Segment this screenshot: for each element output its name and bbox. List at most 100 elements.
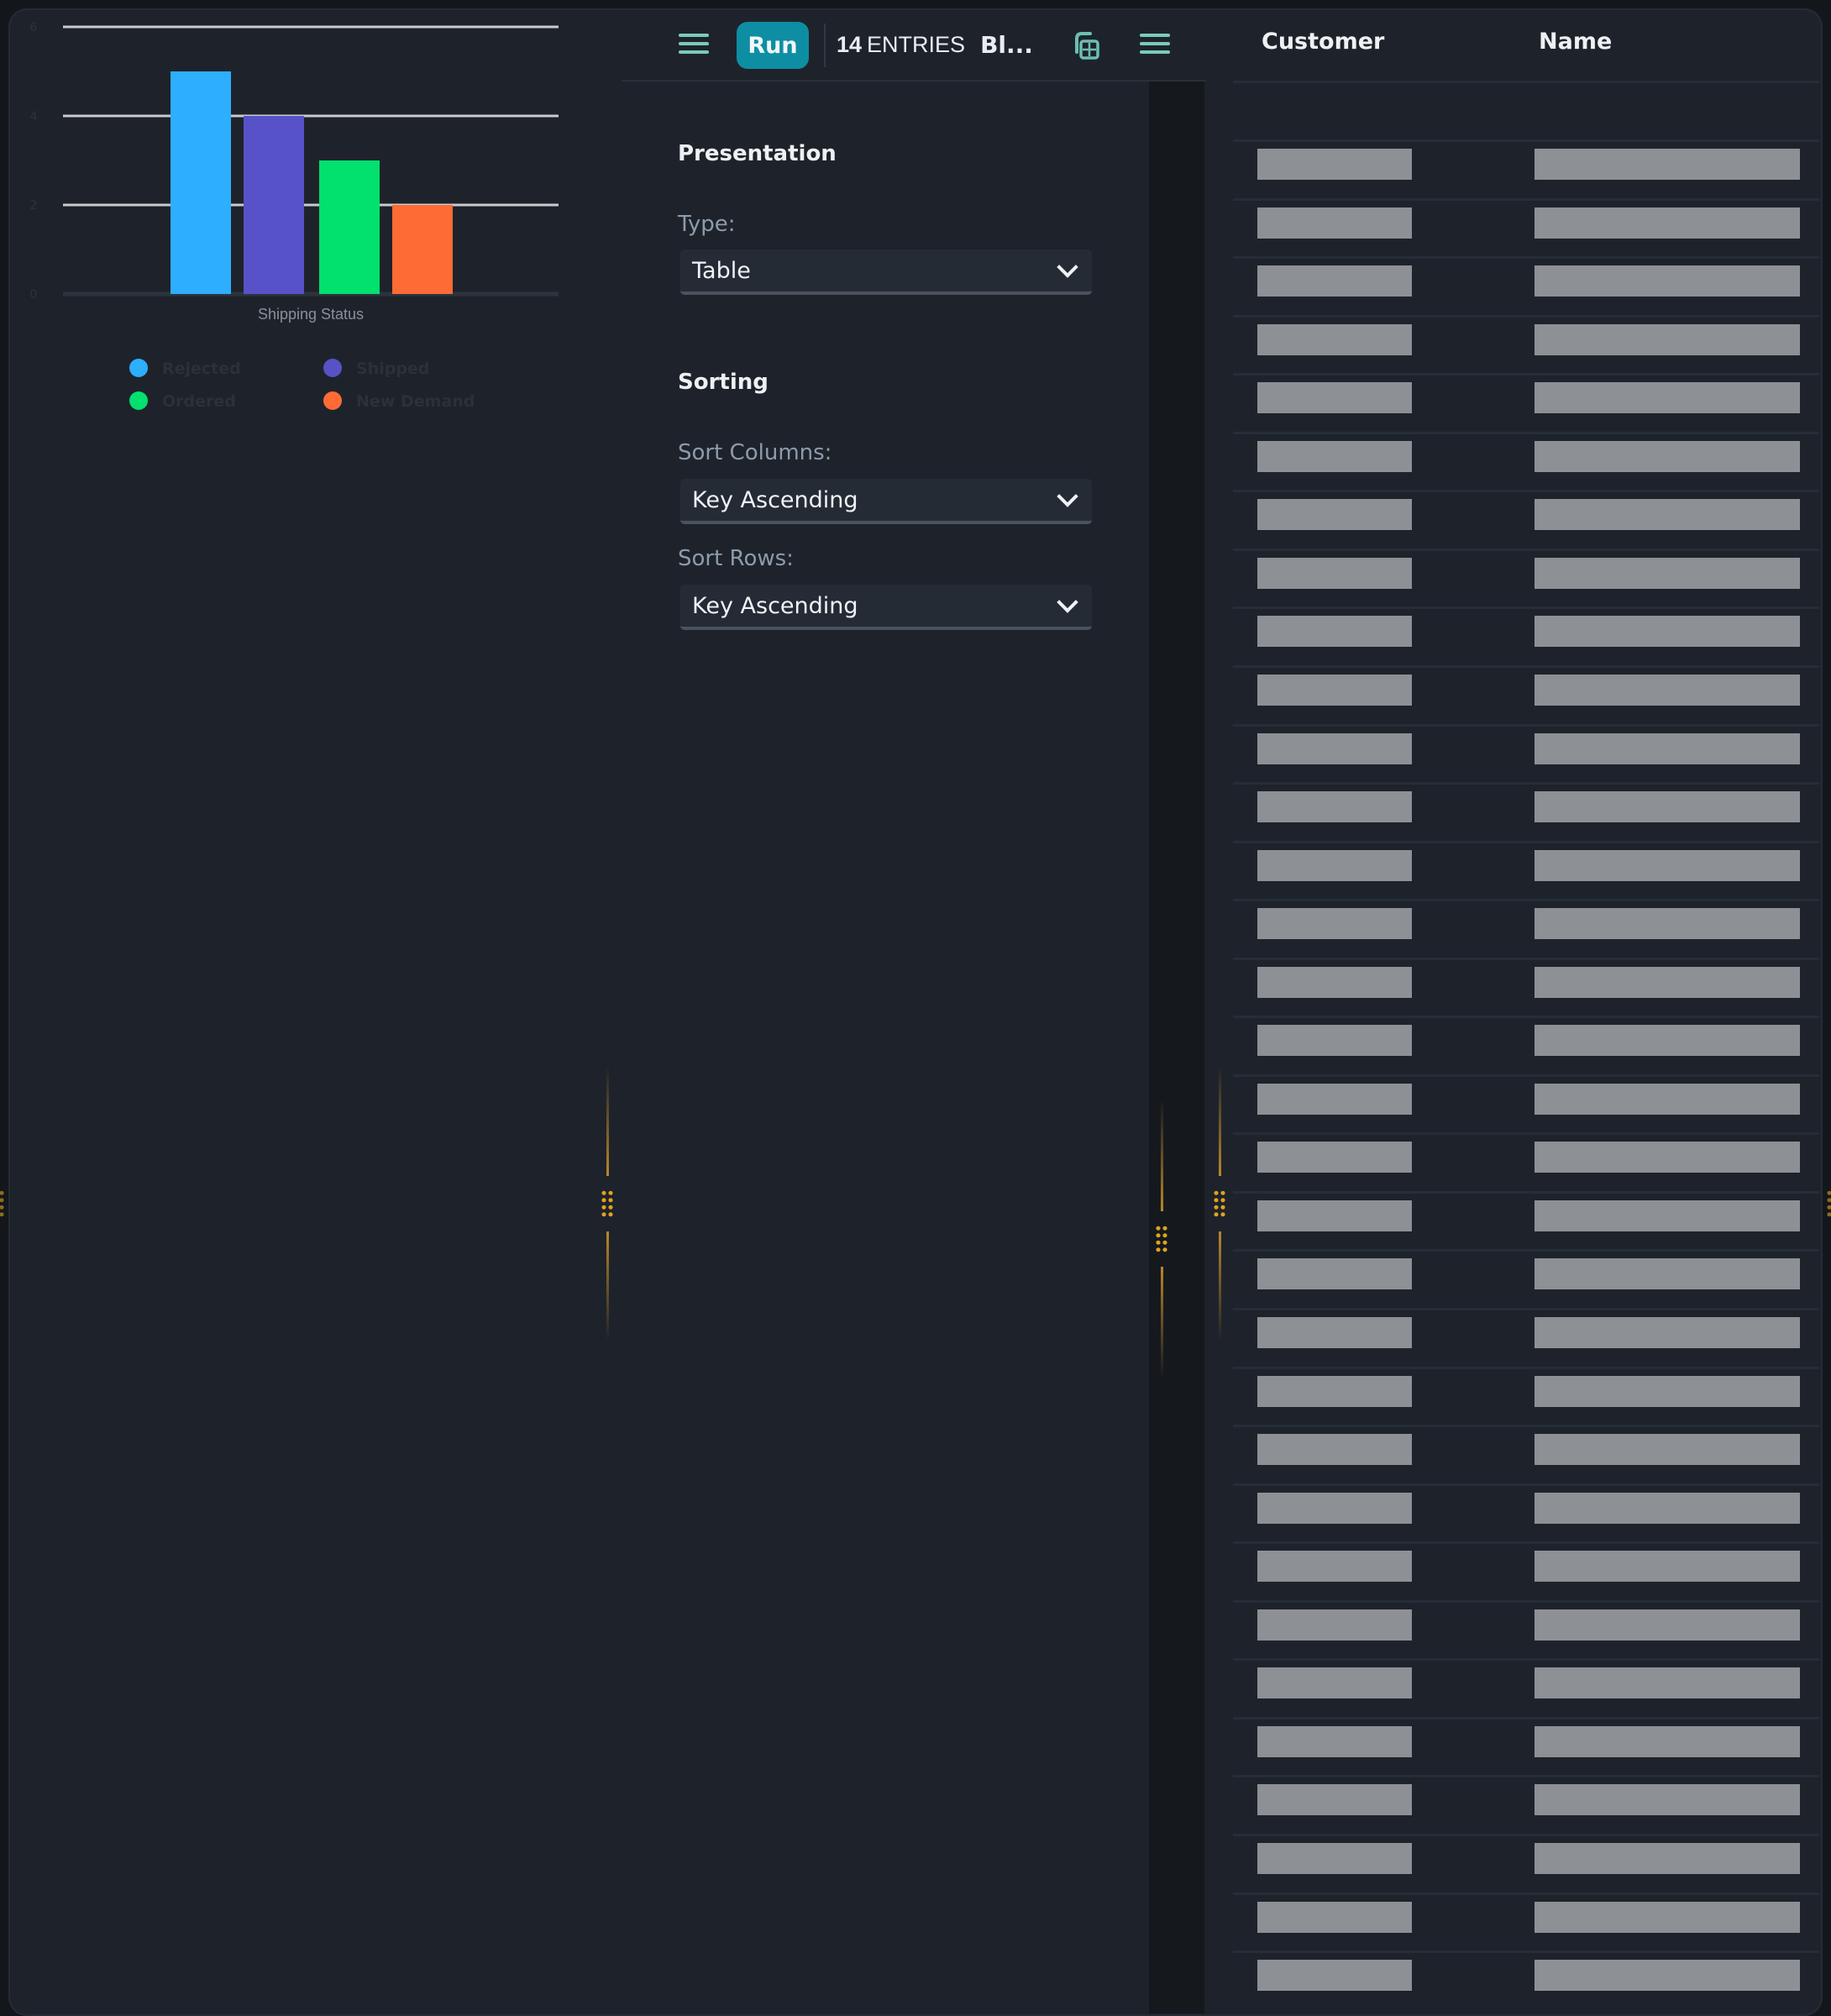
legend-label: Ordered	[162, 392, 236, 411]
name-cell-placeholder	[1535, 1609, 1800, 1641]
row-separator	[1233, 1892, 1819, 1895]
row-separator	[1233, 1308, 1819, 1310]
name-cell-placeholder	[1535, 616, 1800, 648]
presentation-title: Presentation	[678, 141, 837, 166]
row-separator	[1233, 1366, 1819, 1369]
customer-cell-placeholder	[1257, 1667, 1412, 1699]
row-separator	[1233, 1716, 1819, 1719]
left-splitter-line-top[interactable]	[606, 1067, 609, 1176]
entries-summary: 14 ENTRIES Bl...	[837, 25, 1033, 64]
bar-rejected	[171, 71, 231, 294]
name-cell-placeholder	[1535, 1375, 1800, 1407]
middle-splitter-grip-icon[interactable]	[1155, 1225, 1168, 1253]
name-cell-placeholder	[1535, 908, 1800, 940]
row-separator	[1233, 139, 1819, 142]
y-tick-label: 6	[30, 21, 38, 34]
customer-cell-placeholder	[1257, 499, 1412, 531]
customer-cell-placeholder	[1257, 674, 1412, 706]
entries-label: ENTRIES	[867, 31, 966, 57]
left-splitter-line-bottom[interactable]	[606, 1231, 609, 1341]
right-splitter-line-bottom[interactable]	[1219, 1231, 1221, 1341]
middle-splitter-line-top[interactable]	[1161, 1100, 1163, 1211]
left-splitter-grip-icon[interactable]	[601, 1189, 614, 1218]
name-cell-placeholder	[1535, 1317, 1800, 1348]
name-cell-placeholder	[1535, 1083, 1800, 1115]
customer-cell-placeholder	[1257, 440, 1412, 472]
customer-cell-placeholder	[1257, 1083, 1412, 1115]
customer-cell-placeholder	[1257, 1434, 1412, 1466]
run-button[interactable]: Run	[737, 22, 809, 69]
name-cell-placeholder	[1535, 1842, 1800, 1874]
right-menu-icon[interactable]	[1140, 34, 1170, 57]
y-tick-label: 2	[30, 199, 38, 213]
name-cell-placeholder	[1535, 149, 1800, 180]
middle-splitter-line-bottom[interactable]	[1161, 1267, 1163, 1378]
right-edge-grip-icon[interactable]	[1826, 1189, 1831, 1218]
name-cell-placeholder	[1535, 1960, 1800, 1992]
y-tick-label: 4	[30, 110, 38, 123]
row-separator	[1233, 840, 1819, 843]
row-separator	[1233, 899, 1819, 902]
name-cell-placeholder	[1535, 1667, 1800, 1699]
name-cell-placeholder	[1535, 382, 1800, 414]
left-edge-grip-icon[interactable]	[0, 1189, 5, 1218]
column-header-customer[interactable]: Customer	[1262, 29, 1384, 55]
customer-cell-placeholder	[1257, 849, 1412, 881]
sort-columns-select[interactable]: Key Ascending	[680, 479, 1092, 524]
customer-cell-placeholder	[1257, 1842, 1412, 1874]
right-splitter-line-top[interactable]	[1219, 1067, 1221, 1176]
name-cell-placeholder	[1535, 440, 1800, 472]
row-separator	[1233, 1483, 1819, 1486]
legend-label: New Demand	[356, 392, 475, 411]
row-separator	[1233, 1599, 1819, 1603]
name-cell-placeholder	[1535, 732, 1800, 764]
customer-cell-placeholder	[1257, 265, 1412, 297]
customer-cell-placeholder	[1257, 382, 1412, 414]
type-select[interactable]: Table	[680, 249, 1092, 295]
row-separator	[1233, 1425, 1819, 1428]
customer-cell-placeholder	[1257, 1609, 1412, 1641]
table-header-divider	[1233, 81, 1819, 83]
customer-cell-placeholder	[1257, 1258, 1412, 1290]
table-copy-icon[interactable]	[1068, 27, 1102, 62]
customer-cell-placeholder	[1257, 1492, 1412, 1524]
bar-ordered	[319, 160, 380, 294]
row-separator	[1233, 431, 1819, 434]
customer-cell-placeholder	[1257, 1025, 1412, 1057]
left-menu-icon[interactable]	[679, 34, 709, 57]
row-separator	[1233, 664, 1819, 668]
legend-marker	[129, 391, 148, 410]
name-cell-placeholder	[1535, 1725, 1800, 1757]
name-cell-placeholder	[1535, 323, 1800, 355]
customer-cell-placeholder	[1257, 149, 1412, 180]
right-splitter-grip-icon[interactable]	[1213, 1189, 1226, 1218]
name-cell-placeholder	[1535, 1200, 1800, 1231]
name-cell-placeholder	[1535, 557, 1800, 589]
sort-rows-value: Key Ascending	[692, 592, 858, 619]
name-cell-placeholder	[1535, 674, 1800, 706]
entries-count: 14	[837, 31, 863, 57]
name-cell-placeholder	[1535, 849, 1800, 881]
toolbar-separator	[824, 24, 826, 67]
row-separator	[1233, 1658, 1819, 1662]
row-separator	[1233, 723, 1819, 727]
sort-rows-select[interactable]: Key Ascending	[680, 585, 1092, 630]
name-cell-placeholder	[1535, 1258, 1800, 1290]
row-separator	[1233, 490, 1819, 493]
row-separator	[1233, 548, 1819, 551]
name-cell-placeholder	[1535, 1784, 1800, 1816]
row-separator	[1233, 1016, 1819, 1019]
customer-cell-placeholder	[1257, 557, 1412, 589]
row-separator	[1233, 606, 1819, 610]
customer-cell-placeholder	[1257, 1200, 1412, 1231]
query-title[interactable]: Bl...	[980, 31, 1033, 59]
customer-cell-placeholder	[1257, 1375, 1412, 1407]
name-cell-placeholder	[1535, 966, 1800, 998]
row-separator	[1233, 1190, 1819, 1194]
customer-cell-placeholder	[1257, 1317, 1412, 1348]
name-cell-placeholder	[1535, 1901, 1800, 1933]
row-separator	[1233, 1775, 1819, 1778]
legend-marker	[323, 391, 342, 410]
customer-cell-placeholder	[1257, 966, 1412, 998]
column-header-name[interactable]: Name	[1539, 29, 1612, 55]
